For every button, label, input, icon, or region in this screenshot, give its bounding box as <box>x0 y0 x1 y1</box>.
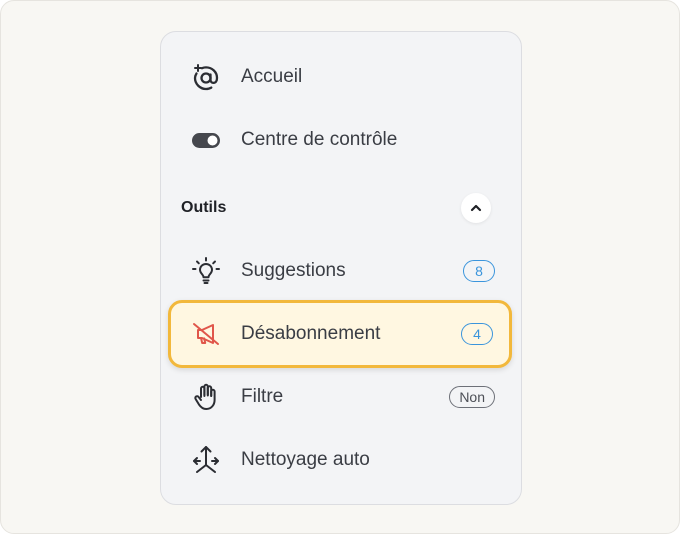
hand-icon <box>190 381 222 413</box>
sidebar-item-label: Désabonnement <box>241 323 381 344</box>
sidebar-item-accueil[interactable]: Accueil <box>171 51 511 103</box>
sidebar-item-label: Nettoyage auto <box>241 449 370 470</box>
lightbulb-icon <box>190 255 222 287</box>
collapse-button[interactable] <box>461 193 491 223</box>
section-title: Outils <box>181 199 227 216</box>
muted-megaphone-icon <box>190 318 222 350</box>
count-badge: 8 <box>463 260 495 282</box>
sidebar-item-suggestions[interactable]: Suggestions 8 <box>171 245 511 297</box>
sidebar-item-label: Suggestions <box>241 260 346 281</box>
app-frame: Accueil Centre de contrôle Outils Sugges… <box>0 0 680 534</box>
sidebar-panel: Accueil Centre de contrôle Outils Sugges… <box>160 31 522 505</box>
sidebar-item-centre-de-controle[interactable]: Centre de contrôle <box>171 114 511 166</box>
toggle-icon <box>190 124 222 156</box>
count-badge: 4 <box>461 323 493 345</box>
sidebar-item-label: Accueil <box>241 66 303 87</box>
at-sparkle-icon <box>190 61 222 93</box>
sidebar-item-desabonnement[interactable]: Désabonnement 4 <box>168 300 512 368</box>
sidebar-item-label: Centre de contrôle <box>241 129 398 150</box>
tools-section-header: Outils <box>181 193 501 223</box>
arrows-icon <box>190 444 222 476</box>
sidebar-item-label: Filtre <box>241 386 284 407</box>
sidebar-item-nettoyage-auto[interactable]: Nettoyage auto <box>171 434 511 486</box>
sidebar-item-filtre[interactable]: Filtre Non <box>171 371 511 423</box>
status-badge: Non <box>449 386 495 408</box>
chevron-up-icon <box>470 204 482 212</box>
